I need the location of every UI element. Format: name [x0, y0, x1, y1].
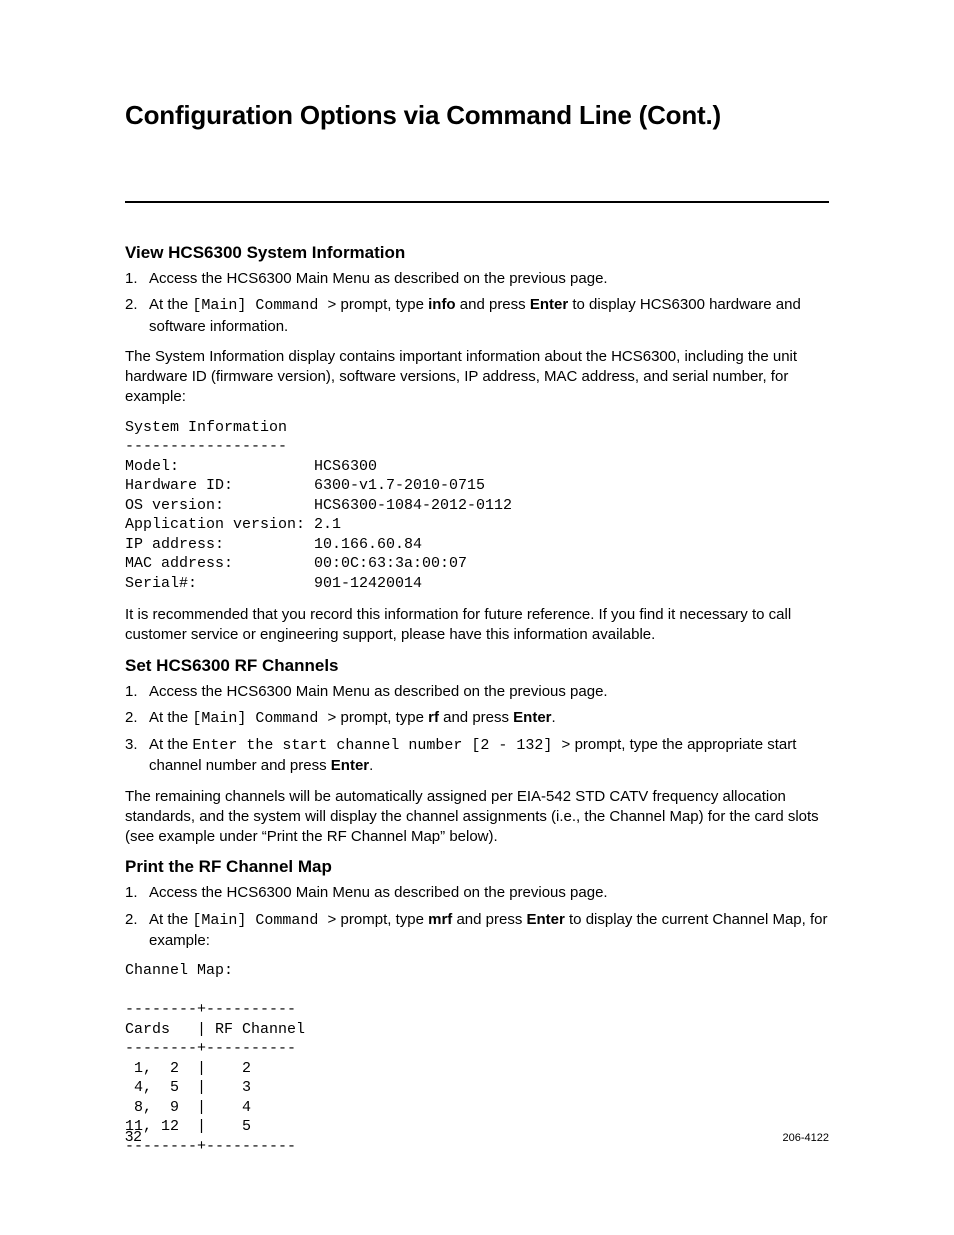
step-text: At the [149, 709, 192, 726]
step-text: . [552, 709, 556, 726]
inline-prompt: [Main] Command > [192, 710, 336, 727]
page-number: 32 [125, 1128, 142, 1145]
step-item: Access the HCS6300 Main Menu as describe… [125, 883, 829, 903]
step-text: and press [452, 911, 526, 928]
inline-key: Enter [530, 296, 568, 313]
inline-key: Enter [527, 911, 565, 928]
horizontal-rule [125, 201, 829, 203]
step-text: prompt, type [336, 296, 428, 313]
step-text: prompt, type [336, 709, 428, 726]
page-footer: 32 206-4122 [125, 1128, 829, 1145]
step-item: At the [Main] Command > prompt, type mrf… [125, 910, 829, 952]
inline-key: Enter [331, 757, 369, 774]
system-info-output: System Information ------------------ Mo… [125, 418, 829, 594]
steps-list: Access the HCS6300 Main Menu as describe… [125, 682, 829, 777]
step-text: and press [439, 709, 513, 726]
step-text: prompt, type [336, 911, 428, 928]
step-text: At the [149, 911, 192, 928]
inline-command: info [428, 296, 456, 313]
steps-list: Access the HCS6300 Main Menu as describe… [125, 269, 829, 337]
step-item: At the [Main] Command > prompt, type inf… [125, 295, 829, 337]
inline-prompt: [Main] Command > [192, 912, 336, 929]
step-text: At the [149, 736, 192, 753]
document-number: 206-4122 [783, 1132, 830, 1144]
step-item: Access the HCS6300 Main Menu as describe… [125, 682, 829, 702]
inline-prompt: [Main] Command > [192, 297, 336, 314]
inline-command: mrf [428, 911, 452, 928]
step-item: Access the HCS6300 Main Menu as describe… [125, 269, 829, 289]
body-paragraph: It is recommended that you record this i… [125, 605, 829, 646]
section-heading-set-rf-channels: Set HCS6300 RF Channels [125, 656, 829, 676]
inline-prompt: Enter the start channel number [2 - 132]… [192, 737, 570, 754]
step-item: At the Enter the start channel number [2… [125, 735, 829, 777]
body-paragraph: The remaining channels will be automatic… [125, 787, 829, 848]
body-paragraph: The System Information display contains … [125, 347, 829, 408]
page-title: Configuration Options via Command Line (… [125, 100, 829, 131]
step-item: At the [Main] Command > prompt, type rf … [125, 708, 829, 729]
step-text: and press [456, 296, 530, 313]
channel-map-output: Channel Map: --------+---------- Cards |… [125, 961, 829, 1156]
section-heading-print-rf-map: Print the RF Channel Map [125, 857, 829, 877]
step-text: At the [149, 296, 192, 313]
step-text: . [369, 757, 373, 774]
steps-list: Access the HCS6300 Main Menu as describe… [125, 883, 829, 951]
inline-command: rf [428, 709, 439, 726]
section-heading-view-system-info: View HCS6300 System Information [125, 243, 829, 263]
inline-key: Enter [513, 709, 551, 726]
document-page: Configuration Options via Command Line (… [0, 0, 954, 1235]
